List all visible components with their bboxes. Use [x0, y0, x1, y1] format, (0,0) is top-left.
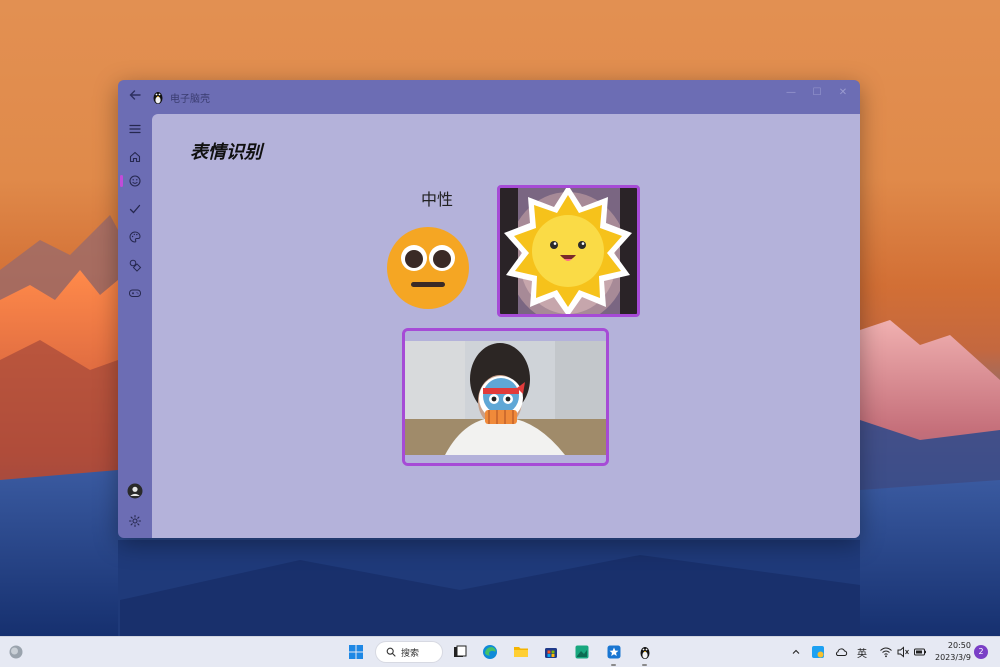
- nav-item-emotion[interactable]: [124, 170, 146, 192]
- tray-app-icon: [812, 646, 824, 658]
- widgets-button[interactable]: [6, 642, 26, 662]
- nav-selected-indicator: [120, 175, 123, 187]
- speaker-muted-icon: [897, 646, 909, 658]
- search-icon: [386, 647, 396, 657]
- image-app-icon: [575, 645, 589, 659]
- gamepad-icon: [129, 289, 141, 297]
- show-hidden-icons-button[interactable]: [786, 642, 806, 662]
- windows-start-icon: [349, 645, 363, 659]
- app-taskbar-button[interactable]: [635, 642, 655, 662]
- nav-item-game[interactable]: [124, 282, 146, 304]
- nav-item-home[interactable]: [124, 146, 146, 168]
- search-label: 搜索: [401, 648, 420, 659]
- wifi-icon: [880, 647, 892, 658]
- navigation-sidebar: [118, 114, 152, 538]
- back-button[interactable]: [126, 88, 144, 106]
- arrow-left-icon: [129, 90, 141, 100]
- maximize-button[interactable]: ☐: [806, 84, 828, 102]
- folder-icon: [514, 647, 528, 657]
- store-icon: [545, 648, 557, 658]
- checkmark-icon: [129, 204, 141, 214]
- gear-icon: [128, 514, 142, 528]
- taskbar-clock[interactable]: 20:50 2023/3/9: [935, 640, 971, 664]
- image-app-button[interactable]: [572, 642, 592, 662]
- cloud-icon: [835, 648, 848, 656]
- dev-app-button[interactable]: [604, 642, 624, 662]
- nav-menu-toggle[interactable]: [124, 118, 146, 140]
- nav-item-shapes[interactable]: [124, 254, 146, 276]
- camera-preview: [402, 328, 609, 466]
- taskbar-search[interactable]: 搜索: [375, 641, 443, 663]
- app-window: 电子脑壳 — ☐ ✕ 表情识别 中性: [118, 80, 860, 538]
- sticker-preview: [497, 185, 640, 317]
- close-button[interactable]: ✕: [832, 84, 854, 102]
- battery-button[interactable]: [910, 642, 930, 662]
- task-view-icon: [454, 645, 467, 657]
- running-indicator: [611, 664, 616, 666]
- store-button[interactable]: [541, 642, 561, 662]
- app-logo-icon: [153, 92, 163, 104]
- avatar-icon: [127, 483, 143, 499]
- hamburger-menu-icon: [129, 124, 141, 134]
- home-icon: [129, 151, 141, 163]
- camera-feed-image: [405, 331, 606, 463]
- nav-item-palette[interactable]: [124, 226, 146, 248]
- shapes-icon: [129, 259, 142, 272]
- nav-item-account[interactable]: [124, 480, 146, 502]
- ime-language-indicator[interactable]: 英: [857, 645, 867, 660]
- notification-badge[interactable]: 2: [974, 645, 988, 659]
- smiley-icon: [129, 175, 141, 187]
- neutral-face-emoji: [387, 227, 469, 309]
- emotion-result-label: 中性: [420, 190, 453, 209]
- onedrive-button[interactable]: [831, 642, 851, 662]
- minimize-button[interactable]: —: [780, 84, 802, 102]
- app-logo-icon: [640, 647, 650, 659]
- edge-browser-button[interactable]: [480, 642, 500, 662]
- battery-icon: [914, 648, 926, 656]
- file-explorer-button[interactable]: [511, 642, 531, 662]
- palette-icon: [129, 231, 141, 243]
- emotion-recognition-page: 表情识别 中性: [152, 114, 860, 538]
- taskbar: 搜索 英 20:50 2023/3/9 2: [0, 636, 1000, 667]
- start-button[interactable]: [346, 642, 366, 662]
- running-indicator: [642, 664, 647, 666]
- sun-sticker-image: [500, 188, 637, 314]
- tray-app-button[interactable]: [808, 642, 828, 662]
- clock-time: 20:50: [947, 641, 971, 650]
- task-view-button[interactable]: [450, 642, 470, 662]
- nav-item-settings[interactable]: [124, 510, 146, 532]
- chevron-up-icon: [792, 649, 800, 654]
- edge-browser-icon: [483, 645, 497, 659]
- clock-date: 2023/3/9: [935, 653, 971, 662]
- nav-item-tasks[interactable]: [124, 198, 146, 220]
- page-title: 表情识别: [190, 142, 262, 163]
- star-app-icon: [607, 645, 621, 659]
- window-title: 电子脑壳: [170, 94, 210, 105]
- title-bar[interactable]: 电子脑壳 — ☐ ✕: [118, 80, 860, 114]
- weather-widget-icon: [9, 645, 23, 659]
